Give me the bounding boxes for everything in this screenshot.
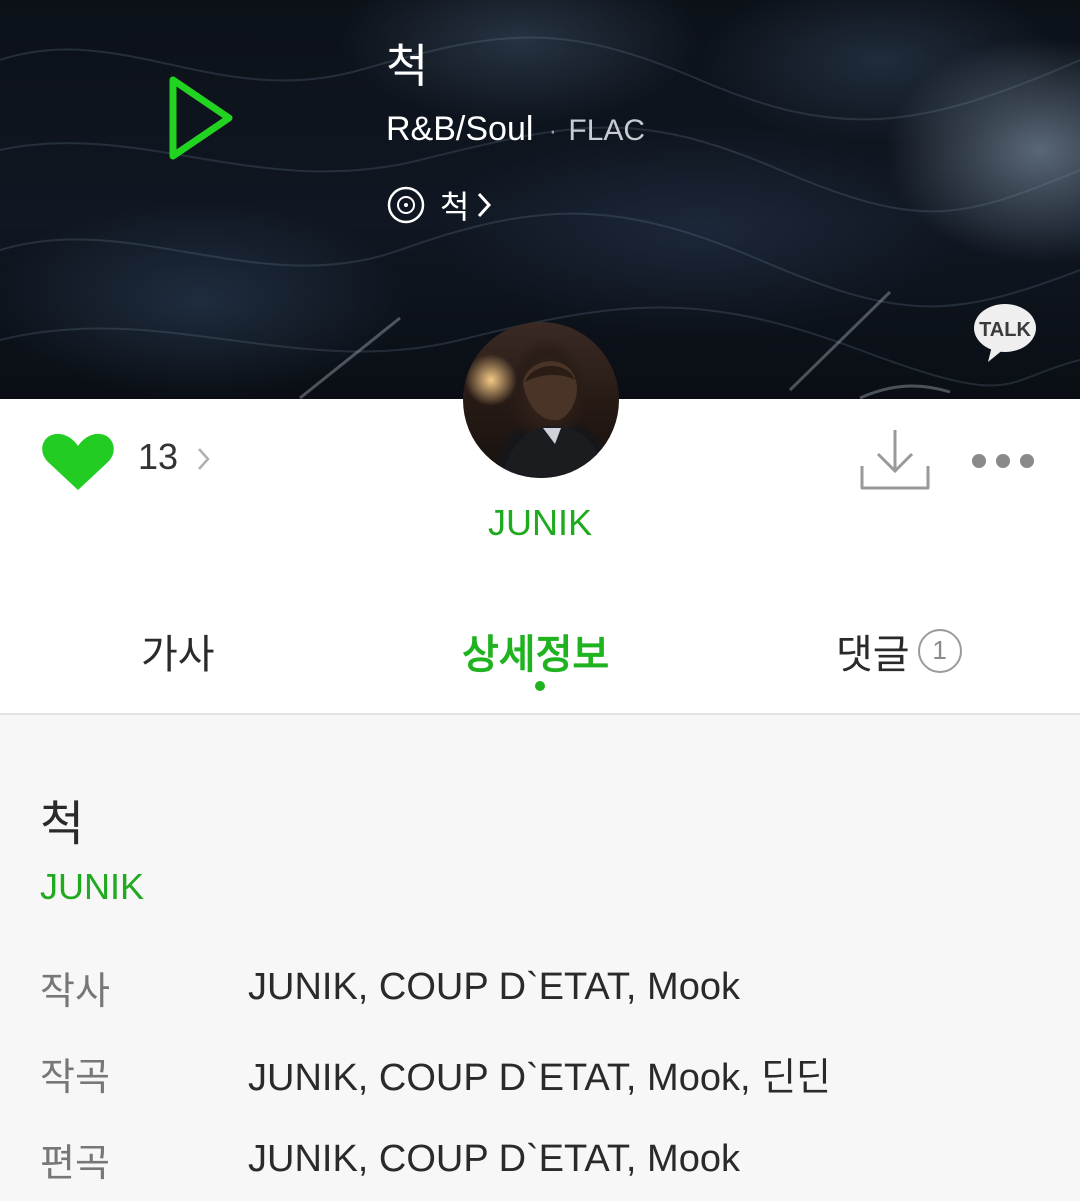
tab-details[interactable]: 상세정보 bbox=[462, 622, 609, 680]
tab-lyrics-label: 가사 bbox=[141, 632, 215, 678]
credit-label: 편곡 bbox=[40, 1140, 110, 1185]
song-title: 척 bbox=[386, 39, 429, 93]
tab-comments[interactable]: 댓글 1 bbox=[836, 622, 962, 680]
comment-count-badge: 1 bbox=[917, 629, 962, 673]
tab-lyrics[interactable]: 가사 bbox=[141, 622, 215, 680]
chevron-right-icon[interactable] bbox=[196, 445, 212, 473]
credit-value: JUNIK, COUP D`ETAT, Mook bbox=[248, 965, 740, 1008]
credit-label: 작사 bbox=[40, 968, 110, 1013]
more-dots-icon bbox=[972, 454, 1034, 468]
like-button[interactable] bbox=[40, 432, 116, 492]
meta-separator: · bbox=[549, 121, 557, 146]
credit-row-arranger: 편곡 JUNIK, COUP D`ETAT, Mook bbox=[40, 1134, 1040, 1185]
tab-details-label: 상세정보 bbox=[462, 632, 610, 678]
format-label: FLAC bbox=[568, 114, 646, 147]
song-meta: R&B/Soul · FLAC bbox=[386, 110, 645, 149]
active-tab-indicator bbox=[535, 681, 545, 691]
credit-value: JUNIK, COUP D`ETAT, Mook bbox=[248, 1137, 740, 1180]
artist-photo bbox=[503, 361, 607, 478]
more-button[interactable] bbox=[970, 450, 1036, 472]
talk-label: TALK bbox=[979, 319, 1031, 341]
genre-label: R&B/Soul bbox=[386, 110, 534, 148]
download-button[interactable] bbox=[858, 426, 932, 492]
credit-row-lyricist: 작사 JUNIK, COUP D`ETAT, Mook bbox=[40, 962, 1040, 1013]
talk-button[interactable]: TALK bbox=[972, 302, 1038, 364]
detail-song-title: 척 bbox=[40, 796, 85, 852]
like-count[interactable]: 13 bbox=[138, 436, 178, 478]
talk-bubble-icon: TALK bbox=[974, 304, 1036, 362]
heart-icon bbox=[42, 433, 114, 490]
album-link[interactable]: 척 bbox=[386, 182, 493, 228]
album-disc-icon bbox=[387, 186, 425, 224]
album-name: 척 bbox=[440, 188, 470, 226]
chevron-right-icon bbox=[478, 192, 492, 218]
credit-value: JUNIK, COUP D`ETAT, Mook, 딘딘 bbox=[248, 1056, 831, 1099]
play-button[interactable] bbox=[166, 72, 236, 164]
tabs-divider bbox=[0, 713, 1080, 715]
download-icon bbox=[860, 430, 930, 490]
detail-artist-link[interactable]: JUNIK bbox=[40, 866, 144, 908]
credit-label: 작곡 bbox=[40, 1054, 110, 1099]
artist-avatar[interactable] bbox=[463, 322, 619, 478]
artist-name[interactable]: JUNIK bbox=[0, 502, 1080, 544]
tab-comments-label: 댓글 bbox=[836, 632, 910, 678]
credit-row-composer: 작곡 JUNIK, COUP D`ETAT, Mook, 딘딘 bbox=[40, 1048, 1040, 1099]
play-icon bbox=[169, 76, 233, 160]
